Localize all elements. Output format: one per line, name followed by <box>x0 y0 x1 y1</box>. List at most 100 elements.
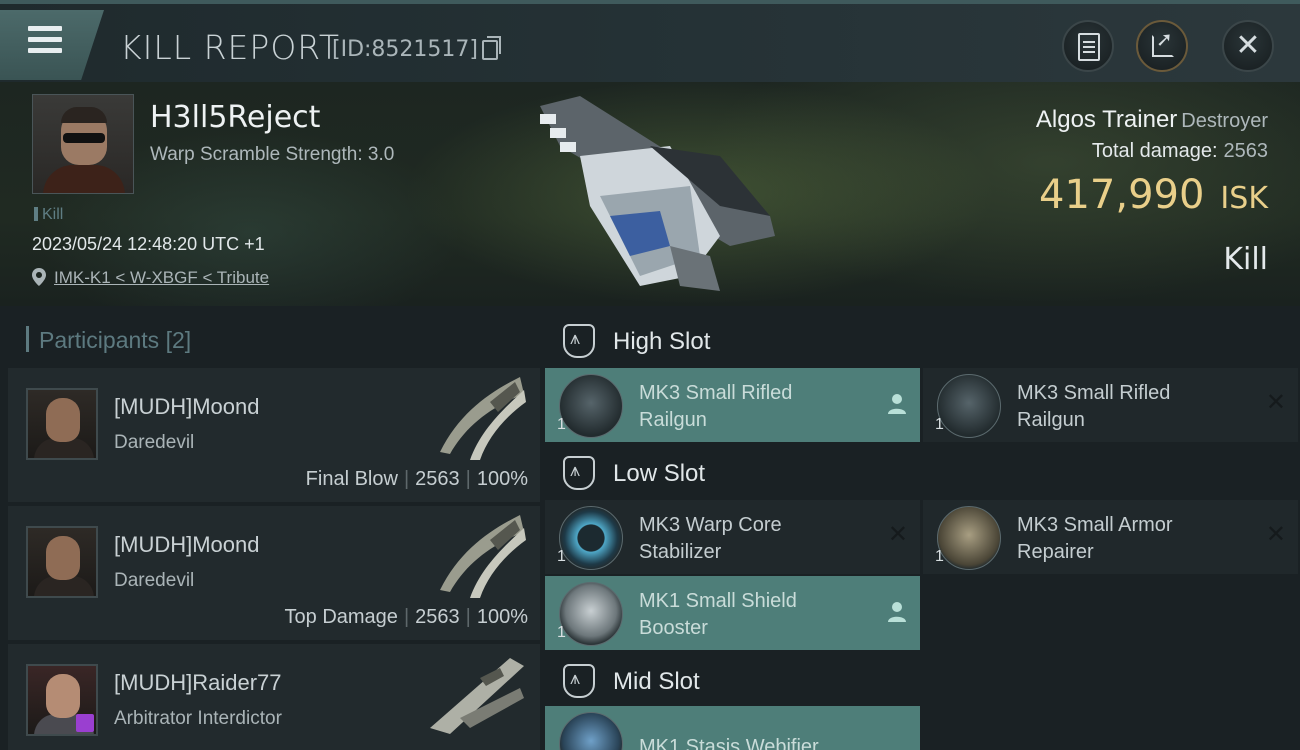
participants-label: Participants <box>39 327 160 353</box>
module-name: MK1 Small Shield Booster <box>639 588 859 642</box>
victim-name[interactable]: H3ll5Reject <box>150 100 320 135</box>
railgun-icon <box>937 374 1001 438</box>
module-item[interactable]: MK1 Stasis Webifier <box>545 706 920 750</box>
module-name-line: Railgun <box>1017 409 1085 431</box>
portrait-hair <box>61 107 107 123</box>
module-item[interactable]: 1 MK3 Small Rifled Railgun ✕ <box>923 368 1298 442</box>
module-name-line: Repairer <box>1017 541 1094 563</box>
participants-panel: Participants [2] [MUDH]Moond Daredevil F… <box>8 306 540 750</box>
participants-header: Participants [2] <box>26 326 191 354</box>
stats-separator: | <box>403 468 410 490</box>
module-qty: 1 <box>557 548 566 565</box>
stasis-webifier-icon <box>559 712 623 750</box>
module-qty: 1 <box>935 548 944 565</box>
participant-card[interactable]: [MUDH]Moond Daredevil Final Blow | 2563 | 10… <box>8 368 540 502</box>
person-icon <box>888 602 906 622</box>
module-qty: 1 <box>557 624 566 641</box>
module-name-line: MK3 Small Rifled <box>639 382 793 404</box>
participant-ship: Daredevil <box>114 570 195 591</box>
participant-name: [MUDH]Moond <box>114 532 260 557</box>
hamburger-icon-bar <box>28 37 62 42</box>
stats-separator: | <box>465 606 471 628</box>
participant-stats: Top Damage | 2563 | 100% <box>285 606 528 629</box>
participant-ship-image <box>430 658 524 734</box>
participant-role: Top Damage <box>284 606 398 628</box>
ship-class-text: Destroyer <box>1181 110 1268 132</box>
victim-portrait[interactable] <box>32 94 134 194</box>
participant-percent: 100% <box>476 468 528 490</box>
portrait-glasses <box>63 133 105 143</box>
participant-avatar <box>26 526 98 598</box>
module-item[interactable]: 1 MK3 Small Rifled Railgun <box>545 368 920 442</box>
module-name: MK3 Small Rifled Railgun <box>1017 380 1237 434</box>
participant-ship: Daredevil <box>114 432 195 453</box>
module-item[interactable]: 1 MK3 Small Armor Repairer ✕ <box>923 500 1298 574</box>
module-name: MK3 Small Armor Repairer <box>1017 512 1237 566</box>
total-damage-label: Total damage: <box>1091 140 1218 162</box>
isk-unit: ISK <box>1220 181 1268 216</box>
menu-button[interactable] <box>0 10 104 80</box>
participant-avatar <box>26 388 98 460</box>
module-name-line: Booster <box>639 617 708 639</box>
module-name-line: MK1 Stasis Webifier <box>639 736 819 750</box>
ship-name-text: Algos Trainer <box>1035 106 1178 133</box>
kill-datetime: 2023/05/24 12:48:20 UTC +1 <box>32 234 265 254</box>
participant-ship: Arbitrator Interdictor <box>114 708 282 729</box>
top-bar: KILL REPORT [ID:8521517] ✕ <box>0 0 1300 82</box>
person-icon <box>888 394 906 414</box>
participant-card[interactable]: [MUDH]Raider77 Arbitrator Interdictor <box>8 644 540 750</box>
stats-separator: | <box>465 468 471 490</box>
module-qty: 1 <box>557 416 566 433</box>
copy-icon[interactable] <box>482 36 501 60</box>
module-item[interactable]: 1 MK1 Small Shield Booster <box>545 576 920 650</box>
railgun-icon <box>559 374 623 438</box>
stats-separator: | <box>403 606 410 628</box>
avatar-face <box>46 674 80 718</box>
victim-ship-name[interactable]: Algos Trainer Destroyer <box>1036 106 1268 134</box>
fitting-panel: High Slot 1 MK3 Small Rifled Railgun 1 MK… <box>545 306 1300 750</box>
share-button[interactable] <box>1136 20 1188 72</box>
high-slot-header: High Slot <box>545 312 1300 368</box>
total-damage: Total damage: 2563 <box>1092 140 1268 163</box>
victim-ship-image <box>540 96 775 291</box>
destroyed-x-icon: ✕ <box>1265 521 1286 548</box>
location-pin-icon <box>32 268 46 286</box>
module-name-line: MK1 Small Shield <box>639 590 797 612</box>
participant-avatar <box>26 664 98 736</box>
kill-tag: Kill <box>34 206 63 224</box>
report-log-button[interactable] <box>1062 20 1114 72</box>
isk-value: 417,990 ISK <box>1039 172 1268 218</box>
module-name: MK1 Stasis Webifier <box>639 734 859 750</box>
mid-slot-header: Mid Slot <box>545 652 1300 708</box>
low-slot-label: Low Slot <box>613 460 706 487</box>
shield-booster-icon <box>559 582 623 646</box>
module-name: MK3 Small Rifled Railgun <box>639 380 859 434</box>
participant-damage: 2563 <box>415 468 460 490</box>
hamburger-icon <box>28 26 62 31</box>
warp-scramble-strength: Warp Scramble Strength: 3.0 <box>150 144 395 165</box>
victim-panel: H3ll5Reject Warp Scramble Strength: 3.0 … <box>0 82 1300 306</box>
participant-name: [MUDH]Moond <box>114 394 260 419</box>
participant-ship-image <box>440 515 526 598</box>
avatar-face <box>46 536 80 580</box>
module-qty: 1 <box>935 416 944 433</box>
module-item[interactable]: 1 MK3 Warp Core Stabilizer ✕ <box>545 500 920 574</box>
participants-count: [2] <box>165 327 192 353</box>
kill-location-link[interactable]: IMK-K1 < W-XBGF < Tribute <box>54 268 269 288</box>
participant-card[interactable]: [MUDH]Moond Daredevil Top Damage | 2563 | 10… <box>8 506 540 640</box>
module-name-line: MK3 Warp Core <box>639 514 782 536</box>
module-name: MK3 Warp Core Stabilizer <box>639 512 859 566</box>
report-id: [ID:8521517] <box>332 37 478 62</box>
portrait-body <box>43 165 125 193</box>
module-name-line: Railgun <box>639 409 707 431</box>
warp-core-stabilizer-icon <box>559 506 623 570</box>
low-slot-header: Low Slot <box>545 444 1300 500</box>
total-damage-value: 2563 <box>1223 140 1269 162</box>
result-label: Kill <box>1223 242 1268 277</box>
destroyed-x-icon: ✕ <box>1265 389 1286 416</box>
module-name-line: MK3 Small Armor <box>1017 514 1173 536</box>
page-title: KILL REPORT <box>120 28 340 67</box>
low-slot-icon <box>563 456 595 490</box>
close-button[interactable]: ✕ <box>1222 20 1274 72</box>
participant-damage: 2563 <box>415 606 460 628</box>
